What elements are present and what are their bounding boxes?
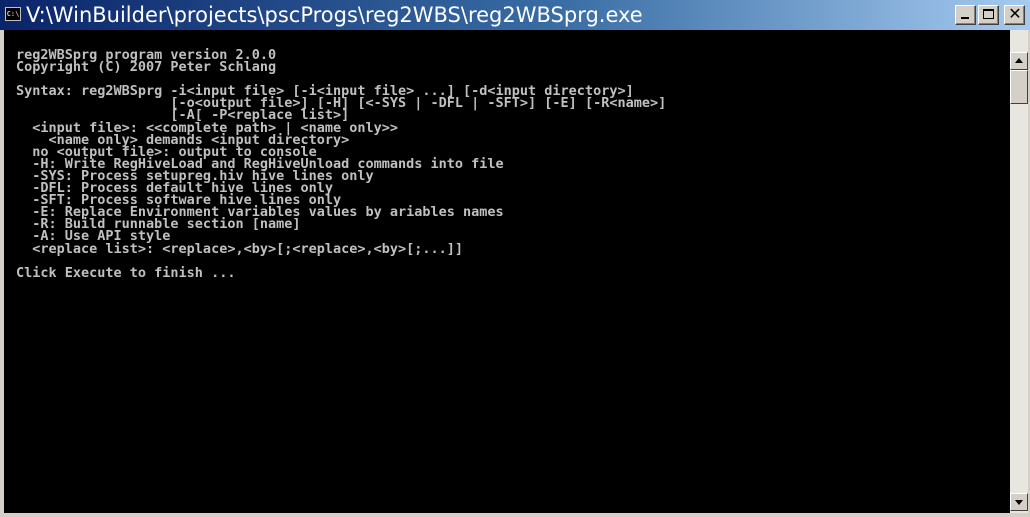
- minimize-button[interactable]: [955, 5, 976, 25]
- scroll-up-button[interactable]: [1010, 52, 1028, 70]
- console-line: Click Execute to finish ...: [16, 264, 236, 281]
- console-line: <replace list>: <replace>,<by>[;<replace…: [16, 240, 464, 257]
- window-bottom-border: [0, 513, 1030, 517]
- vertical-scrollbar[interactable]: [1010, 30, 1028, 513]
- scroll-down-arrow-icon: [1015, 500, 1023, 505]
- scroll-thumb[interactable]: [1010, 70, 1028, 104]
- close-icon: ✕: [1008, 4, 1022, 23]
- maximize-icon: [983, 9, 994, 19]
- minimize-icon: [961, 17, 969, 19]
- console-window: C:\ V:\WinBuilder\projects\pscProgs\reg2…: [0, 0, 1030, 517]
- maximize-button[interactable]: [978, 5, 999, 25]
- console-app-icon[interactable]: C:\: [5, 7, 21, 21]
- close-button[interactable]: ✕: [1004, 4, 1025, 25]
- console-line: Copyright (C) 2007 Peter Schlang: [16, 59, 277, 76]
- title-bar[interactable]: C:\ V:\WinBuilder\projects\pscProgs\reg2…: [0, 0, 1030, 30]
- console-output[interactable]: reg2WBSprg program version 2.0.0 Copyrig…: [4, 30, 1010, 513]
- scroll-up-arrow-icon: [1015, 58, 1023, 63]
- window-title: V:\WinBuilder\projects\pscProgs\reg2WBS\…: [26, 3, 643, 27]
- scroll-down-button[interactable]: [1010, 493, 1028, 511]
